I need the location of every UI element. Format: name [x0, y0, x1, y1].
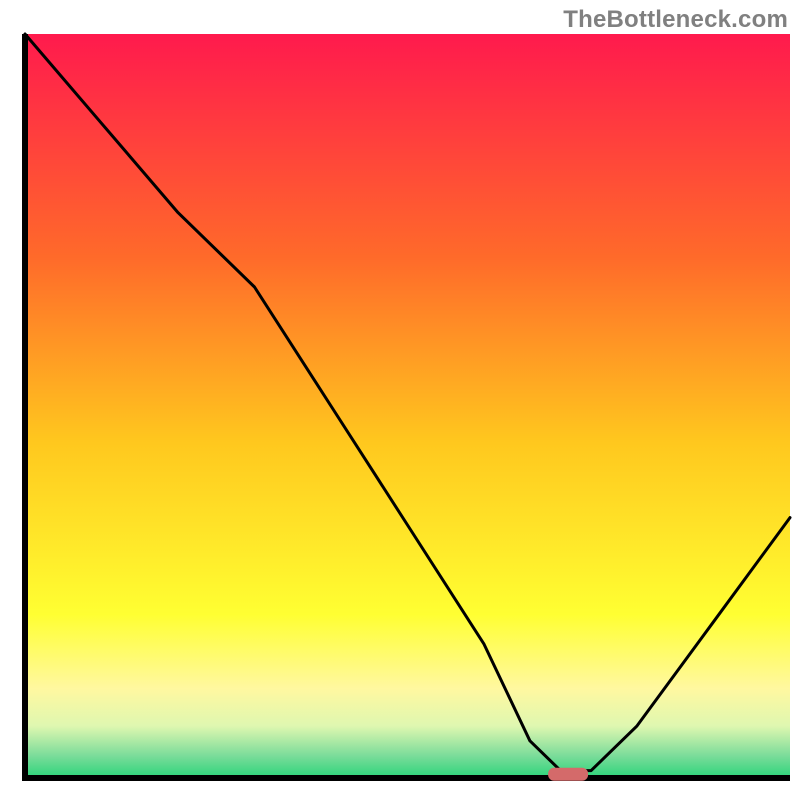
gradient-background	[25, 34, 790, 778]
chart-svg	[0, 0, 800, 800]
optimal-marker	[548, 768, 588, 781]
bottleneck-chart: TheBottleneck.com	[0, 0, 800, 800]
watermark-text: TheBottleneck.com	[563, 6, 788, 34]
